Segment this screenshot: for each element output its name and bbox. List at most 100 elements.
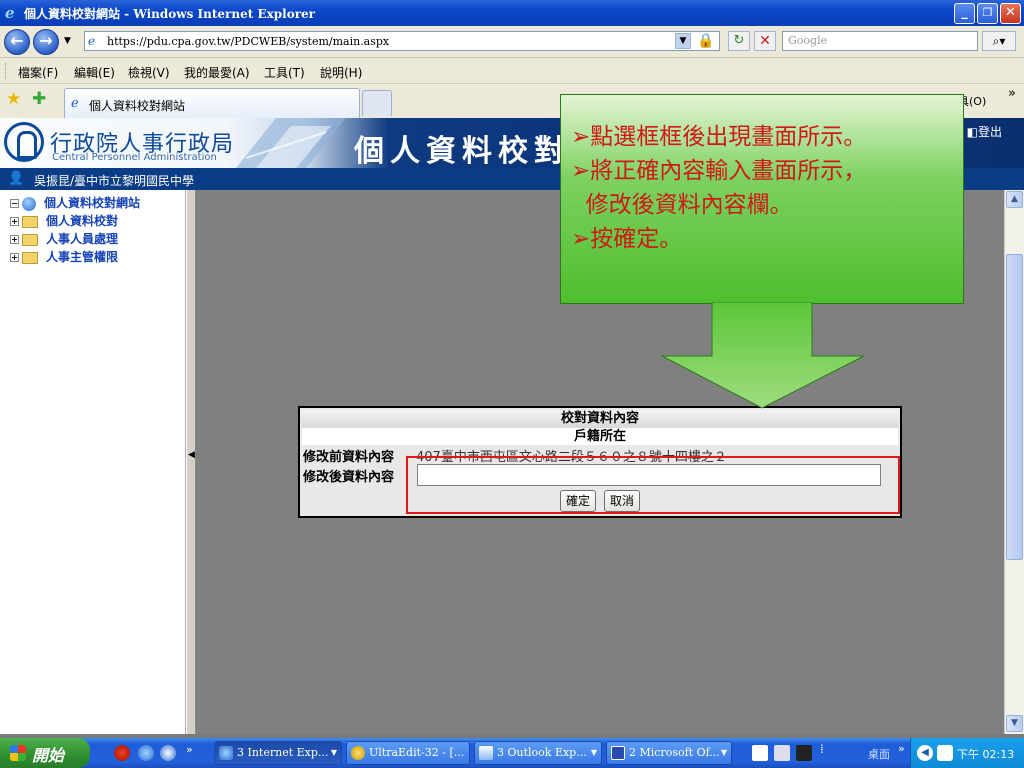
menu-favorites[interactable]: 我的最愛(A) (184, 64, 250, 81)
page-icon: ℯ (88, 34, 96, 48)
taskbar-item-ie[interactable]: 3 Internet Exp... ▼ (214, 741, 342, 765)
system-tray: ◀ 下午 02:13 (910, 738, 1024, 768)
logout-link[interactable]: ◧登出 (967, 123, 1002, 140)
history-dropdown-icon[interactable]: ▼ (64, 36, 71, 46)
toolbar-grip[interactable] (5, 63, 8, 79)
expand-icon[interactable]: + (10, 217, 19, 226)
site-icon (22, 196, 36, 211)
scroll-up-button[interactable]: ▲ (1006, 191, 1023, 208)
add-favorite-icon[interactable]: ✚ (32, 89, 46, 109)
window-title-bar[interactable]: e 個人資料校對網站 - Windows Internet Explorer _… (0, 0, 1024, 26)
menu-edit[interactable]: 編輯(E) (74, 64, 115, 81)
taskbar-item-label: UltraEdit-32 - [... (369, 746, 465, 759)
logout-label: 登出 (977, 125, 1002, 139)
screen: e 個人資料校對網站 - Windows Internet Explorer _… (0, 0, 1024, 768)
back-button[interactable]: ← (4, 29, 30, 55)
expand-icon[interactable]: + (10, 235, 19, 244)
address-toolbar: ← → ▼ ℯ https://pdu.cpa.gov.tw/PDCWEB/sy… (0, 26, 1024, 58)
scroll-down-button[interactable]: ▼ (1006, 715, 1023, 732)
scroll-thumb[interactable] (1006, 254, 1023, 560)
stop-button[interactable]: ✕ (754, 31, 776, 51)
show-desktop-icon[interactable] (160, 745, 176, 761)
app-icon[interactable] (752, 745, 768, 761)
cpa-logo (4, 122, 44, 162)
desktop-toolbar-label[interactable]: 桌面 (868, 746, 890, 762)
window-title: 個人資料校對網站 - Windows Internet Explorer (24, 7, 315, 21)
collapse-icon[interactable]: − (10, 199, 19, 208)
ultraedit-icon (351, 746, 365, 760)
close-button[interactable]: ✕ (1000, 3, 1021, 24)
page-icon: ℯ (71, 96, 79, 111)
ie-icon: e (4, 4, 20, 22)
sidebar-item-hr-staff[interactable]: + 人事人員處理 (10, 230, 118, 248)
tray-back-icon[interactable]: ◀ (917, 745, 933, 761)
new-tab-button[interactable] (362, 90, 392, 116)
clock[interactable]: 下午 02:13 (957, 746, 1014, 762)
search-icon: ⌕▾ (992, 34, 1006, 48)
forward-button[interactable]: → (33, 29, 59, 55)
url-text[interactable]: https://pdu.cpa.gov.tw/PDCWEB/system/mai… (107, 35, 389, 48)
form-section: 戶籍所在 (302, 428, 898, 445)
expand-icon[interactable]: + (10, 253, 19, 262)
stop-icon: ✕ (759, 33, 771, 49)
sidebar-item-profile-check[interactable]: + 個人資料校對 (10, 212, 118, 230)
refresh-icon: ↻ (733, 33, 745, 48)
ie-icon (219, 746, 233, 760)
menu-help[interactable]: 說明(H) (320, 64, 362, 81)
tree-root[interactable]: − 個人資料校對網站 (10, 194, 140, 212)
sidebar-tree: − 個人資料校對網站 + 個人資料校對 + 人事人員處理 + 人事主管權限 (0, 190, 186, 734)
taskbar-item-office[interactable]: 2 Microsoft Of... ▼ (606, 741, 732, 765)
media-player-icon[interactable] (114, 745, 130, 761)
vertical-scrollbar[interactable]: ▲ ▼ (1004, 190, 1024, 734)
lock-icon[interactable]: 🔒 (697, 32, 715, 50)
favorites-star-icon[interactable]: ★ (6, 89, 21, 109)
sidebar-item-label[interactable]: 個人資料校對 (46, 214, 118, 228)
minimize-button[interactable]: _ (954, 3, 975, 24)
toolbar-chevron[interactable]: » (1008, 86, 1016, 101)
toolbar-chevron[interactable]: » (898, 742, 905, 755)
chevron-down-icon: ▼ (590, 748, 597, 757)
url-dropdown-icon[interactable]: ▼ (675, 33, 691, 49)
search-input[interactable]: Google (782, 31, 978, 51)
user-icon: 👤 (8, 171, 25, 186)
restore-button[interactable]: ❐ (977, 3, 998, 24)
chevron-down-icon: ▼ (720, 748, 727, 757)
taskbar-item-outlook[interactable]: 3 Outlook Exp... ▼ (474, 741, 602, 765)
back-arrow-icon: ← (10, 31, 24, 50)
tree-root-label[interactable]: 個人資料校對網站 (44, 196, 140, 210)
app-icon[interactable] (774, 745, 790, 761)
taskbar-item-ultraedit[interactable]: UltraEdit-32 - [... (346, 741, 470, 765)
search-button[interactable]: ⌕▾ (982, 31, 1016, 51)
instruction-callout: ➢點選框框後出現畫面所示。 ➢將正確內容輸入畫面所示， 修改後資料內容欄。 ➢按… (560, 94, 964, 304)
tab-label: 個人資料校對網站 (89, 99, 186, 113)
collapse-arrow-icon[interactable]: ◀ (188, 450, 195, 460)
folder-icon (22, 215, 38, 228)
tray-app-icon[interactable] (937, 745, 953, 761)
start-button[interactable]: 開始 (0, 738, 90, 768)
org-name-en: Central Personnel Administration (52, 152, 217, 163)
logout-icon: ◧ (966, 125, 978, 139)
help-icon[interactable] (796, 745, 812, 761)
frame-splitter[interactable]: ◀ (186, 190, 196, 734)
ie-quicklaunch-icon[interactable] (138, 745, 154, 761)
quicklaunch-chevron[interactable]: » (186, 743, 193, 756)
callout-line: 修改後資料內容欄。 (571, 192, 793, 218)
address-field[interactable]: ℯ https://pdu.cpa.gov.tw/PDCWEB/system/m… (84, 31, 720, 51)
folder-icon (22, 251, 38, 264)
sidebar-item-label[interactable]: 人事主管權限 (46, 250, 118, 264)
chevron-down-icon: ▼ (330, 748, 337, 757)
before-label: 修改前資料內容 (303, 450, 395, 465)
start-label: 開始 (32, 746, 65, 765)
language-bar-icon[interactable]: ⁞ (820, 742, 824, 756)
sidebar-item-label[interactable]: 人事人員處理 (46, 232, 118, 246)
forward-arrow-icon: → (39, 31, 53, 50)
sidebar-item-hr-supervisor[interactable]: + 人事主管權限 (10, 248, 118, 266)
highlight-frame (406, 456, 900, 514)
tab-active[interactable]: ℯ 個人資料校對網站 (64, 88, 360, 118)
menu-tools[interactable]: 工具(T) (264, 64, 305, 81)
refresh-button[interactable]: ↻ (728, 31, 750, 51)
user-name: 吳振昆/臺中市立黎明國民中學 (34, 174, 195, 188)
taskbar-item-label: 2 Microsoft Of... (629, 746, 720, 759)
menu-file[interactable]: 檔案(F) (18, 64, 58, 81)
menu-view[interactable]: 檢視(V) (128, 64, 170, 81)
